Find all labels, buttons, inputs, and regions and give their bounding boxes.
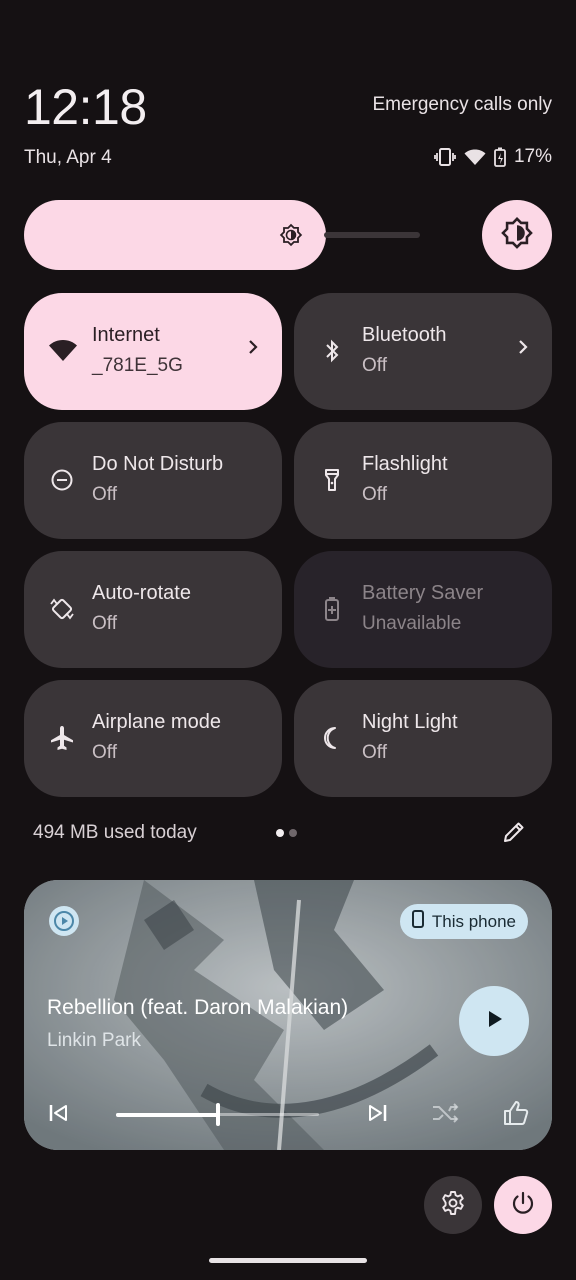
gesture-navigation-handle[interactable] [209, 1258, 367, 1263]
song-title: Rebellion (feat. Daron Malakian) [47, 996, 349, 1019]
page-dot-active [276, 829, 284, 837]
brightness-slider[interactable] [24, 200, 420, 270]
tile-do-not-disturb[interactable]: Do Not Disturb Off [24, 422, 282, 539]
tile-auto-rotate[interactable]: Auto-rotate Off [24, 551, 282, 668]
skip-previous-icon [49, 1105, 67, 1121]
auto-rotate-icon [48, 595, 76, 623]
thumbs-up-icon [504, 1101, 529, 1125]
battery-saver-icon [318, 595, 346, 623]
date[interactable]: Thu, Apr 4 [24, 147, 112, 169]
media-player-card[interactable]: This phone Rebellion (feat. Daron Malaki… [24, 880, 552, 1150]
tile-label: Do Not Disturb [92, 453, 224, 475]
chevron-right-icon [516, 337, 530, 362]
battery-charging-icon [494, 147, 506, 167]
brightness-track [324, 232, 420, 238]
power-menu-button[interactable] [494, 1176, 552, 1234]
tile-status: Off [92, 484, 117, 505]
auto-brightness-icon [500, 216, 534, 255]
vibrate-icon [434, 148, 456, 166]
battery-percent: 17% [513, 146, 552, 167]
wifi-icon [48, 337, 77, 365]
settings-button[interactable] [424, 1176, 482, 1234]
edit-button[interactable] [500, 818, 528, 851]
tile-status: Off [362, 742, 387, 763]
tile-label: Battery Saver [362, 582, 484, 604]
previous-track-button[interactable] [48, 1102, 70, 1129]
page-indicator[interactable] [276, 829, 297, 837]
chevron-right-icon [246, 337, 260, 362]
tile-flashlight[interactable]: Flashlight Off [294, 422, 552, 539]
tile-status: Unavailable [362, 613, 462, 634]
seek-bar-progress [116, 1113, 218, 1117]
tile-bluetooth[interactable]: Bluetooth Off [294, 293, 552, 410]
night-light-icon [318, 724, 346, 752]
tile-status: _781E_5G [92, 355, 183, 376]
wifi-signal-icon [464, 148, 486, 166]
tile-airplane-mode[interactable]: Airplane mode Off [24, 680, 282, 797]
phone-icon [411, 910, 424, 933]
power-icon [510, 1190, 536, 1221]
flashlight-icon [318, 466, 346, 494]
status-icons: 17% [434, 146, 552, 168]
play-icon [483, 1008, 505, 1035]
music-app-icon [49, 906, 79, 936]
tile-status: Off [362, 355, 387, 376]
tile-label: Airplane mode [92, 711, 221, 733]
tile-label: Internet [92, 324, 160, 346]
tile-label: Night Light [362, 711, 458, 733]
brightness-icon [279, 223, 303, 252]
next-track-button[interactable] [366, 1102, 388, 1129]
tile-internet[interactable]: Internet _781E_5G [24, 293, 282, 410]
output-device-chip[interactable]: This phone [399, 904, 528, 939]
clock[interactable]: 12:18 [24, 78, 147, 136]
output-device-label: This phone [431, 911, 516, 931]
shuffle-button[interactable] [431, 1102, 461, 1129]
tile-status: Off [92, 613, 117, 634]
page-dot [289, 829, 297, 837]
tile-night-light[interactable]: Night Light Off [294, 680, 552, 797]
shuffle-icon [433, 1103, 459, 1123]
seek-bar-thumb[interactable] [216, 1103, 220, 1126]
tile-label: Flashlight [362, 453, 448, 475]
song-artist: Linkin Park [47, 1030, 141, 1051]
tile-label: Bluetooth [362, 324, 447, 346]
airplane-icon [48, 724, 76, 752]
tile-battery-saver[interactable]: Battery Saver Unavailable [294, 551, 552, 668]
bluetooth-icon [318, 337, 346, 365]
tile-status: Off [92, 742, 117, 763]
play-button[interactable] [459, 986, 529, 1056]
tile-status: Off [362, 484, 387, 505]
thumbs-up-button[interactable] [502, 1099, 530, 1132]
do-not-disturb-icon [48, 466, 76, 494]
gear-icon [440, 1190, 466, 1221]
tile-label: Auto-rotate [92, 582, 191, 604]
data-usage-label[interactable]: 494 MB used today [33, 822, 197, 844]
carrier-status: Emergency calls only [372, 94, 552, 115]
auto-brightness-button[interactable] [482, 200, 552, 270]
skip-next-icon [369, 1105, 387, 1121]
pencil-icon [500, 822, 528, 850]
